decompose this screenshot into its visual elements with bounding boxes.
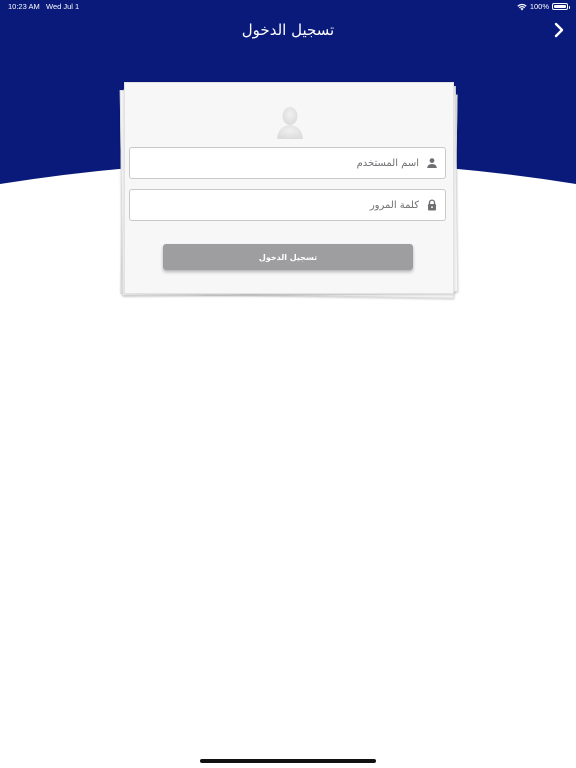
user-silhouette-icon bbox=[277, 107, 303, 139]
password-field[interactable] bbox=[129, 189, 446, 221]
login-screen: 10:23 AM Wed Jul 1 100% تسجيل الدخول اسم… bbox=[0, 0, 576, 768]
status-date: Wed Jul 1 bbox=[46, 2, 80, 11]
username-input[interactable] bbox=[149, 148, 419, 178]
home-indicator bbox=[200, 759, 376, 763]
battery-fill bbox=[554, 5, 566, 8]
login-card-stack: تسجيل الدخول bbox=[119, 82, 459, 299]
battery-percent: 100% bbox=[529, 2, 549, 11]
login-button[interactable]: تسجيل الدخول bbox=[163, 244, 413, 270]
status-indicators: 100% bbox=[517, 2, 570, 11]
person-icon bbox=[427, 158, 437, 168]
battery-icon bbox=[552, 3, 570, 10]
status-time: 10:23 AM bbox=[8, 2, 40, 11]
lock-icon bbox=[428, 199, 436, 211]
chevron-right-icon[interactable] bbox=[550, 20, 568, 40]
status-bar: 10:23 AM Wed Jul 1 100% bbox=[0, 0, 576, 14]
username-field[interactable] bbox=[129, 147, 446, 179]
login-card: تسجيل الدخول bbox=[124, 82, 454, 294]
password-input[interactable] bbox=[149, 190, 419, 220]
page-title: تسجيل الدخول bbox=[241, 21, 335, 39]
wifi-icon bbox=[517, 3, 527, 10]
